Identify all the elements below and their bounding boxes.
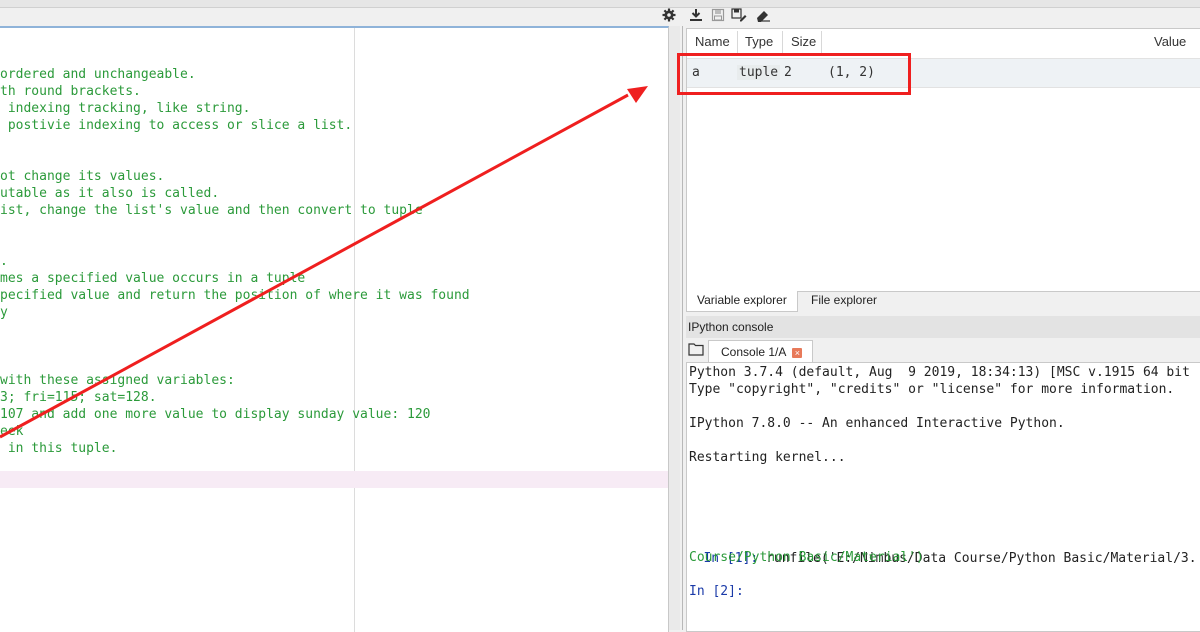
highlight-box	[677, 53, 911, 95]
column-header-size[interactable]: Size	[791, 34, 816, 49]
code-line: 3; fri=115; sat=128.	[0, 390, 157, 405]
code-line: with these assigned variables:	[0, 373, 235, 388]
console-line: Restarting kernel...	[689, 450, 846, 465]
code-line: mes a specified value occurs in a tuple	[0, 271, 306, 286]
folder-icon[interactable]	[688, 342, 704, 361]
code-line: in this tuple.	[0, 441, 118, 456]
code-editor[interactable]: ordered and unchangeable. th round bracke…	[0, 26, 669, 632]
download-icon[interactable]	[688, 7, 704, 23]
console-line: Python 3.7.4 (default, Aug 9 2019, 18:34…	[689, 365, 1190, 380]
gear-icon[interactable]	[661, 7, 677, 23]
save-as-icon[interactable]	[731, 7, 747, 23]
code-line: ot change its values.	[0, 169, 165, 184]
code-line: indexing tracking, like string.	[0, 101, 251, 116]
ipython-console[interactable]: Python 3.7.4 (default, Aug 9 2019, 18:34…	[686, 362, 1200, 632]
console-line: Type "copyright", "credits" or "license"…	[689, 382, 1175, 397]
tab-variable-explorer[interactable]: Variable explorer	[686, 291, 798, 312]
code-line: postivie indexing to access or slice a l…	[0, 118, 353, 133]
code-line: utable as it also is called.	[0, 186, 220, 201]
column-divider	[782, 31, 783, 53]
code-line: 107 and add one more value to display su…	[0, 407, 431, 422]
column-divider	[737, 31, 738, 53]
console-pane-header: IPython console	[686, 316, 1200, 338]
eraser-icon[interactable]	[755, 7, 771, 23]
save-icon[interactable]	[710, 7, 726, 23]
input-prompt[interactable]: In [2]:	[689, 583, 744, 600]
code-line: y	[0, 305, 8, 320]
console-line: IPython 7.8.0 -- An enhanced Interactive…	[689, 416, 1065, 431]
window-top-strip	[0, 0, 1200, 8]
code-line: th round brackets.	[0, 84, 141, 99]
code-line: ordered and unchangeable.	[0, 67, 196, 82]
column-header-type[interactable]: Type	[745, 34, 773, 49]
tab-file-explorer[interactable]: File explorer	[801, 291, 887, 311]
column-header-name[interactable]: Name	[695, 34, 730, 49]
tab-console-1a[interactable]: Console 1/A ×	[708, 340, 814, 363]
current-line-highlight	[0, 471, 668, 488]
edge-line	[354, 28, 355, 632]
pane-splitter[interactable]	[669, 26, 680, 630]
code-line: pecified value and return the position o…	[0, 288, 470, 303]
column-divider	[821, 31, 822, 53]
code-line: .	[0, 254, 8, 269]
code-line: ist, change the list's value and then co…	[0, 203, 423, 218]
console-input-1-continuation: Course/Python Basic/Material')	[689, 550, 924, 565]
column-header-value[interactable]: Value	[1154, 34, 1186, 49]
console-tab-label: Console 1/A	[721, 345, 787, 359]
code-line: eek	[0, 424, 24, 439]
close-icon[interactable]: ×	[792, 348, 803, 358]
